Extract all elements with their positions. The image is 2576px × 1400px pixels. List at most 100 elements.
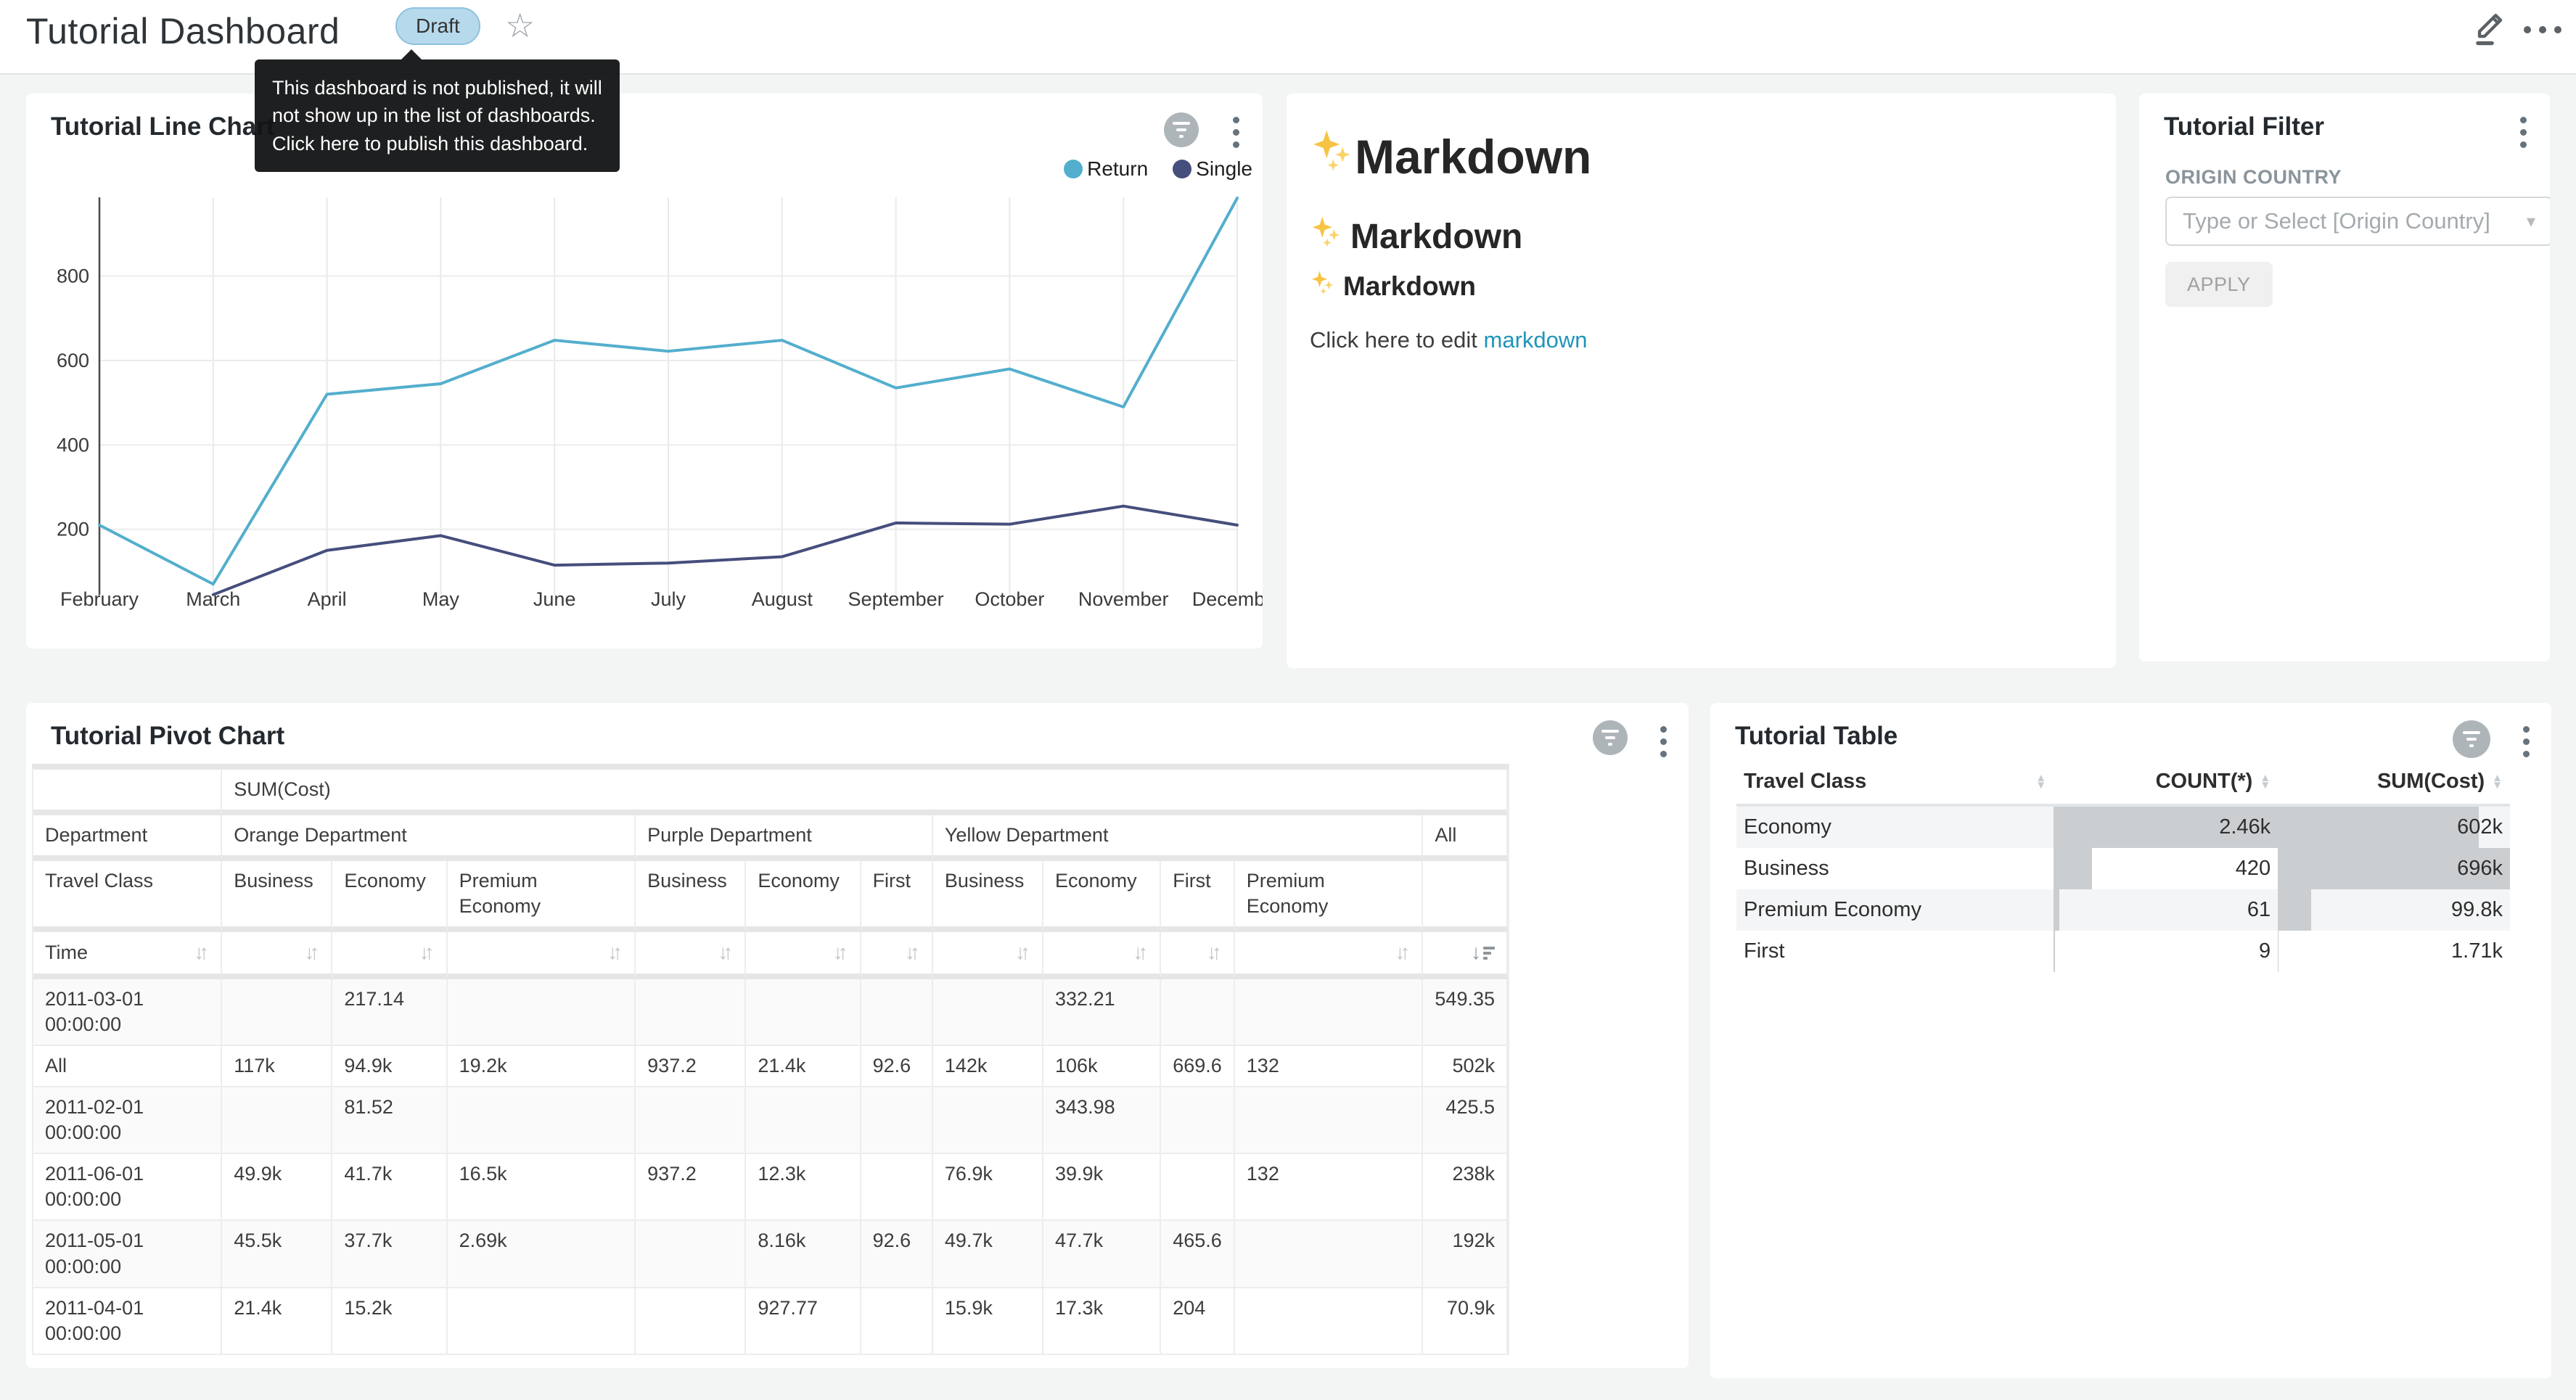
table-kebab-menu-icon[interactable] (2520, 723, 2532, 760)
svg-text:February: February (60, 588, 139, 610)
tooltip-line: This dashboard is not published, it will (272, 74, 602, 102)
pivot-table: SUM(Cost)DepartmentOrange DepartmentPurp… (32, 764, 1509, 1355)
sort-icon[interactable]: ↓↑ (419, 939, 435, 965)
pivot-value-cell: 15.9k (933, 1288, 1043, 1355)
pivot-time-cell: 2011-04-01 00:00:00 (33, 1288, 222, 1355)
pivot-value-cell: 2.69k (448, 1221, 636, 1288)
sort-caret-icon[interactable]: ▲▼ (2260, 775, 2271, 788)
results-table: Travel Class▲▼COUNT(*)▲▼SUM(Cost)▲▼ Econo… (1736, 759, 2510, 972)
pivot-value-cell (1235, 1288, 1424, 1355)
sort-icon[interactable]: ↓↑ (1395, 939, 1410, 965)
travel-class-cell: Economy (1736, 807, 2054, 848)
filter-panel: Tutorial Filter ORIGIN COUNTRY Type or S… (2139, 94, 2550, 662)
pivot-value-cell (636, 979, 746, 1046)
pivot-time-header: Time↓↑ (33, 932, 222, 979)
col-header-travel-class[interactable]: Travel Class▲▼ (1736, 759, 2054, 807)
pivot-class-header: Business (636, 861, 746, 932)
svg-text:September: September (848, 588, 944, 610)
pivot-time-cell: 2011-02-01 00:00:00 (33, 1087, 222, 1154)
pivot-value-cell: 49.9k (222, 1154, 332, 1221)
pivot-value-cell: 21.4k (222, 1288, 332, 1355)
pivot-value-cell: 47.7k (1043, 1221, 1161, 1288)
pivot-chart-panel: Tutorial Pivot Chart SUM(Cost)Department… (26, 703, 1689, 1368)
pivot-value-cell: 94.9k (332, 1046, 447, 1087)
edit-dashboard-button[interactable] (2470, 7, 2512, 49)
sort-icon[interactable]: ↓↑ (905, 939, 920, 965)
table-panel: Tutorial Table Travel Class▲▼COUNT(*)▲▼S… (1710, 703, 2551, 1378)
pivot-value-cell: 39.9k (1043, 1154, 1161, 1221)
apply-button[interactable]: APPLY (2165, 262, 2273, 307)
pivot-class-header: Premium Economy (1235, 861, 1424, 932)
sort-caret-icon[interactable]: ▲▼ (2035, 775, 2046, 788)
markdown-edit-link[interactable]: markdown (1484, 327, 1588, 353)
pivot-value-cell: 502k (1423, 1046, 1508, 1087)
pivot-value-cell: 142k (933, 1046, 1043, 1087)
pivot-value-cell: 8.16k (746, 1221, 861, 1288)
pivot-value-cell: 49.7k (933, 1221, 1043, 1288)
pivot-value-cell: 12.3k (746, 1154, 861, 1221)
count-cell: 61 (2054, 889, 2278, 931)
pivot-value-cell (746, 979, 861, 1046)
origin-country-select[interactable]: Type or Select [Origin Country] ▾ (2165, 197, 2550, 246)
sort-icon[interactable]: ↓↑ (1015, 939, 1030, 965)
pivot-value-cell: 192k (1423, 1221, 1508, 1288)
pivot-kebab-menu-icon[interactable] (1657, 723, 1670, 760)
pivot-time-cell: 2011-03-01 00:00:00 (33, 979, 222, 1046)
markdown-h2: Markdown (1310, 215, 1522, 258)
svg-text:August: August (752, 588, 813, 610)
pivot-row: 2011-04-01 00:00:0021.4k15.2k927.7715.9k… (33, 1288, 1508, 1355)
pivot-table-grid: SUM(Cost)DepartmentOrange DepartmentPurp… (32, 764, 1509, 1355)
pivot-value-cell (861, 979, 933, 1046)
sort-icon[interactable]: ↓↑ (304, 939, 319, 965)
pivot-value-cell (448, 979, 636, 1046)
cross-filter-icon[interactable] (1593, 720, 1628, 755)
pencil-icon (2470, 7, 2512, 49)
draft-status-badge[interactable]: Draft (395, 7, 480, 45)
pivot-value-cell (861, 1154, 933, 1221)
svg-text:June: June (533, 588, 576, 610)
svg-text:April: April (308, 588, 347, 610)
pivot-value-cell (448, 1288, 636, 1355)
count-cell: 2.46k (2054, 807, 2278, 848)
pivot-row: All117k94.9k19.2k937.221.4k92.6142k106k6… (33, 1046, 1508, 1087)
favorite-star-icon[interactable]: ☆ (505, 6, 535, 45)
sort-caret-icon[interactable]: ▲▼ (2492, 775, 2503, 788)
pivot-sort-cell: ↓↑ (448, 932, 636, 979)
sort-icon[interactable]: ↓↑ (1207, 939, 1222, 965)
sort-icon[interactable]: ↓↑ (718, 939, 733, 965)
pivot-value-cell: 41.7k (332, 1154, 447, 1221)
pivot-value-cell: 132 (1235, 1154, 1424, 1221)
count-cell: 420 (2054, 848, 2278, 889)
sort-icon[interactable]: ↓↑ (1133, 939, 1148, 965)
sort-desc-icon[interactable]: ↓ (1471, 939, 1495, 965)
pivot-value-cell (746, 1087, 861, 1154)
pivot-value-cell: 92.6 (861, 1046, 933, 1087)
col-header-count[interactable]: COUNT(*)▲▼ (2054, 759, 2278, 807)
cross-filter-icon[interactable] (2453, 720, 2490, 758)
svg-text:200: 200 (57, 519, 89, 540)
markdown-panel: Markdown Markdown Markdown Click here to… (1287, 94, 2116, 668)
pivot-value-cell: 37.7k (332, 1221, 447, 1288)
select-placeholder: Type or Select [Origin Country] (2183, 208, 2527, 234)
col-header-sum-cost[interactable]: SUM(Cost)▲▼ (2278, 759, 2510, 807)
pivot-value-cell (222, 1087, 332, 1154)
data-table: Travel Class▲▼COUNT(*)▲▼SUM(Cost)▲▼ Econo… (1736, 759, 2510, 972)
pivot-group-header: All (1423, 815, 1508, 861)
pivot-class-header: First (1161, 861, 1235, 932)
sum-cell: 602k (2278, 807, 2510, 848)
pivot-value-cell: 425.5 (1423, 1087, 1508, 1154)
sort-icon[interactable]: ↓↑ (194, 939, 209, 965)
pivot-corner-cell (33, 770, 222, 815)
sort-icon[interactable]: ↓↑ (833, 939, 848, 965)
pivot-value-cell: 238k (1423, 1154, 1508, 1221)
series-line-single (213, 506, 1237, 595)
count-cell: 9 (2054, 931, 2278, 972)
filter-kebab-menu-icon[interactable] (2517, 114, 2530, 151)
pivot-row: 2011-02-01 00:00:0081.52343.98425.5 (33, 1087, 1508, 1154)
count-bar (2054, 889, 2059, 931)
pivot-value-cell (1161, 1087, 1235, 1154)
sort-icon[interactable]: ↓↑ (607, 939, 623, 965)
ellipsis-menu-icon[interactable] (2524, 26, 2561, 33)
pivot-class-header: Economy (332, 861, 447, 932)
pivot-class-header: Premium Economy (448, 861, 636, 932)
